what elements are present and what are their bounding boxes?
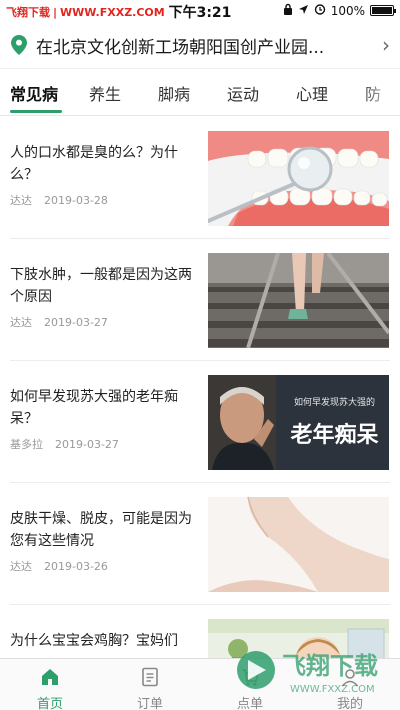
tab-psychology[interactable]: 心理 bbox=[296, 81, 328, 105]
article-author: 达达 bbox=[10, 560, 32, 573]
nav-home-label: 首页 bbox=[36, 697, 63, 710]
article-meta: 基多拉 2019-03-27 bbox=[10, 436, 119, 452]
article-item[interactable]: 人的口水都是臭的么？为什么？ 达达 2019-03-28 bbox=[10, 117, 390, 239]
article-meta: 达达 2019-03-26 bbox=[10, 558, 108, 574]
battery-percent: 100% bbox=[330, 3, 365, 18]
article-date: 2019-03-26 bbox=[44, 560, 108, 573]
tab-health-preservation[interactable]: 养生 bbox=[89, 81, 121, 105]
alarm-icon bbox=[314, 3, 326, 18]
article-meta: 达达 2019-03-27 bbox=[10, 314, 108, 330]
article-thumbnail: 如何早发现苏大强的 老年痴呆 bbox=[208, 375, 389, 470]
thumbnail-caption-big: 老年痴呆 bbox=[290, 423, 379, 448]
article-title: 如何早发现苏大强的老年痴呆？ bbox=[10, 389, 178, 427]
article-item[interactable]: 皮肤干燥、脱皮，可能是因为您有这些情况 达达 2019-03-26 bbox=[10, 483, 390, 605]
map-pin-icon bbox=[11, 35, 27, 55]
location-text: 在北京文化创新工场朝阳国创产业园... bbox=[36, 37, 325, 58]
home-icon bbox=[42, 669, 58, 685]
battery-level bbox=[372, 7, 392, 14]
article-item[interactable]: 下肢水肿，一般都是因为这两个原因 达达 2019-03-27 bbox=[10, 239, 390, 361]
location-bar[interactable]: 在北京文化创新工场朝阳国创产业园... › bbox=[0, 22, 400, 68]
thumbnail-caption-small: 如何早发现苏大强的 bbox=[293, 398, 375, 408]
svg-text:WWW.FXXZ.COM: WWW.FXXZ.COM bbox=[290, 684, 375, 695]
article-author: 基多拉 bbox=[10, 438, 43, 451]
chevron-right-icon: › bbox=[382, 33, 390, 57]
article-item[interactable]: 如何早发现苏大强的老年痴呆？ 基多拉 2019-03-27 如何早发现苏大强的 老… bbox=[10, 361, 390, 483]
status-icons: 100% bbox=[283, 3, 396, 18]
article-title: 人的口水都是臭的么？为什么？ bbox=[10, 145, 178, 183]
tab-common-diseases[interactable]: 常见病 bbox=[10, 81, 58, 105]
article-thumbnail bbox=[208, 497, 389, 592]
article-thumbnail bbox=[208, 131, 389, 226]
tab-foot-diseases[interactable]: 脚病 bbox=[158, 81, 190, 105]
article-author: 达达 bbox=[10, 194, 32, 207]
watermark-logo: 飞翔下载 WWW.FXXZ.COM bbox=[236, 636, 398, 704]
article-thumbnail bbox=[208, 253, 389, 348]
article-date: 2019-03-28 bbox=[44, 194, 108, 207]
article-meta: 达达 2019-03-28 bbox=[10, 192, 108, 208]
battery-icon bbox=[370, 5, 396, 16]
category-tabs: 常见病 养生 脚病 运动 心理 防 bbox=[0, 68, 400, 116]
article-list: 人的口水都是臭的么？为什么？ 达达 2019-03-28 下肢水肿，一般都是因为… bbox=[0, 117, 400, 658]
lock-icon bbox=[283, 3, 293, 18]
nav-orders-label: 订单 bbox=[136, 697, 163, 710]
article-title: 皮肤干燥、脱皮，可能是因为您有这些情况 bbox=[10, 511, 192, 549]
active-tab-indicator bbox=[10, 110, 62, 113]
article-title: 下肢水肿，一般都是因为这两个原因 bbox=[10, 267, 192, 305]
nav-orders[interactable]: 订单 bbox=[100, 659, 200, 710]
location-arrow-icon bbox=[298, 4, 309, 18]
article-author: 达达 bbox=[10, 316, 32, 329]
article-title: 为什么宝宝会鸡胸？宝妈们 bbox=[10, 633, 178, 649]
article-date: 2019-03-27 bbox=[44, 316, 108, 329]
order-icon bbox=[142, 667, 158, 687]
status-bar: 飞翔下载 | WWW.FXXZ.COM 下午3:21 100% bbox=[0, 0, 400, 22]
svg-text:飞翔下载: 飞翔下载 bbox=[282, 652, 378, 680]
tab-exercise[interactable]: 运动 bbox=[227, 81, 259, 105]
article-date: 2019-03-27 bbox=[55, 438, 119, 451]
nav-home[interactable]: 首页 bbox=[0, 659, 100, 710]
